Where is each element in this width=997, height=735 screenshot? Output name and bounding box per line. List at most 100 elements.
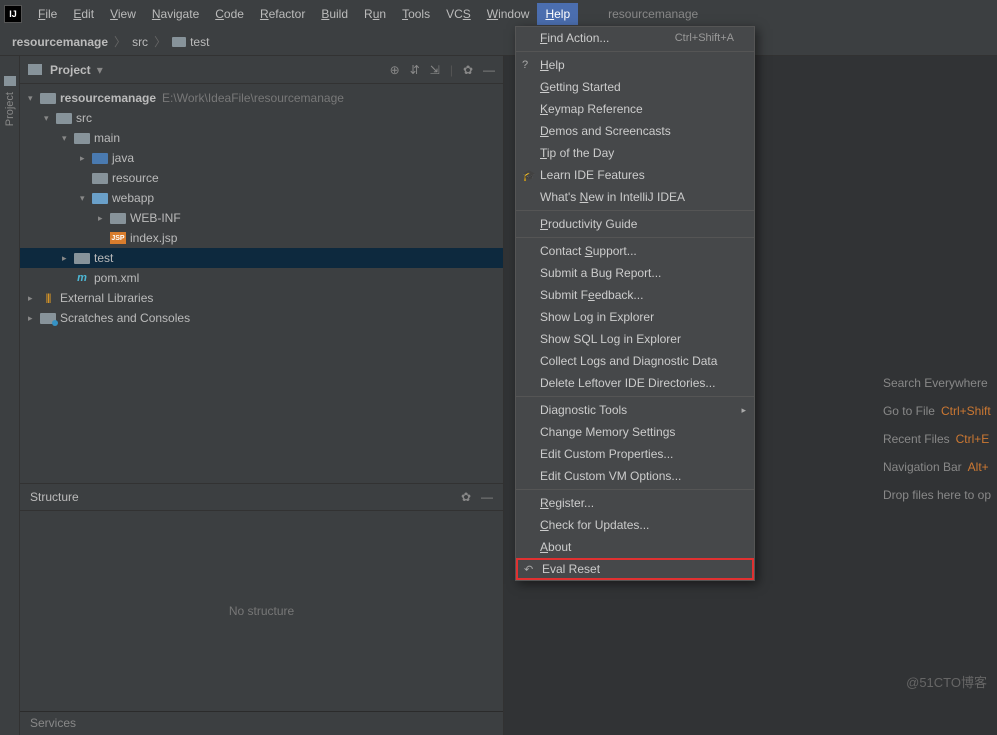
project-tool-label[interactable]: Project bbox=[4, 92, 16, 126]
menu-edit[interactable]: Edit bbox=[65, 3, 102, 25]
dropdown-arrow-icon[interactable]: ▾ bbox=[97, 63, 103, 77]
folder-icon bbox=[40, 93, 56, 104]
shortcut: Alt+ bbox=[968, 460, 989, 474]
collapse-icon[interactable]: ⇲ bbox=[430, 63, 440, 77]
menu-navigate[interactable]: Navigate bbox=[144, 3, 207, 25]
menu-separator bbox=[516, 489, 754, 490]
menu-eval-reset[interactable]: ↶Eval Reset bbox=[516, 558, 754, 580]
tool-window-bar: Project bbox=[0, 56, 20, 735]
menu-vcs[interactable]: VCS bbox=[438, 3, 479, 25]
project-tool-icon[interactable] bbox=[4, 76, 16, 86]
folder-icon bbox=[74, 133, 90, 144]
menu-productivity[interactable]: Productivity Guide bbox=[516, 213, 754, 235]
tree-test[interactable]: ▸test bbox=[20, 248, 503, 268]
menu-getting-started[interactable]: Getting Started bbox=[516, 76, 754, 98]
menu-diagnostic[interactable]: Diagnostic Tools▸ bbox=[516, 399, 754, 421]
tree-webapp[interactable]: ▾webapp bbox=[20, 188, 503, 208]
menu-file[interactable]: File bbox=[30, 3, 65, 25]
menu-feedback[interactable]: Submit Feedback... bbox=[516, 284, 754, 306]
breadcrumb-src[interactable]: src bbox=[132, 35, 148, 49]
hint-search: Search Everywhere bbox=[883, 376, 988, 390]
tree-src[interactable]: ▾src bbox=[20, 108, 503, 128]
menu-help[interactable]: Help bbox=[537, 3, 578, 25]
menu-refactor[interactable]: Refactor bbox=[252, 3, 313, 25]
folder-icon bbox=[28, 64, 42, 75]
jsp-file-icon: JSP bbox=[110, 232, 126, 244]
maven-file-icon: m bbox=[74, 272, 90, 284]
hide-icon[interactable]: — bbox=[481, 490, 493, 504]
menu-demos[interactable]: Demos and Screencasts bbox=[516, 120, 754, 142]
menu-separator bbox=[516, 237, 754, 238]
submenu-arrow-icon: ▸ bbox=[741, 405, 746, 416]
hint-recent: Recent Files bbox=[883, 432, 950, 446]
tree-main[interactable]: ▾main bbox=[20, 128, 503, 148]
menu-view[interactable]: View bbox=[102, 3, 144, 25]
shortcut: Ctrl+Shift bbox=[941, 404, 991, 418]
tree-indexjsp[interactable]: JSPindex.jsp bbox=[20, 228, 503, 248]
question-icon: ? bbox=[522, 59, 528, 71]
scratch-icon bbox=[40, 313, 56, 324]
tree-java[interactable]: ▸java bbox=[20, 148, 503, 168]
menu-register[interactable]: Register... bbox=[516, 492, 754, 514]
hint-navbar: Navigation Bar bbox=[883, 460, 962, 474]
structure-panel-title[interactable]: Structure bbox=[30, 490, 79, 504]
menu-separator bbox=[516, 396, 754, 397]
hint-drop: Drop files here to op bbox=[883, 488, 991, 502]
resource-folder-icon bbox=[92, 173, 108, 184]
tree-resource[interactable]: resource bbox=[20, 168, 503, 188]
menu-help-item[interactable]: ?Help bbox=[516, 54, 754, 76]
menu-collect[interactable]: Collect Logs and Diagnostic Data bbox=[516, 350, 754, 372]
hide-icon[interactable]: — bbox=[483, 63, 495, 77]
select-opened-icon[interactable]: ⊕ bbox=[390, 63, 400, 77]
welcome-hints: Search Everywhere Go to FileCtrl+Shift R… bbox=[883, 376, 997, 516]
menu-about[interactable]: About bbox=[516, 536, 754, 558]
menu-separator bbox=[516, 51, 754, 52]
breadcrumb-sep: 〉 bbox=[114, 33, 126, 50]
menu-deletedir[interactable]: Delete Leftover IDE Directories... bbox=[516, 372, 754, 394]
menu-sqllog[interactable]: Show SQL Log in Explorer bbox=[516, 328, 754, 350]
breadcrumb-sep: 〉 bbox=[154, 33, 166, 50]
menu-run[interactable]: Run bbox=[356, 3, 394, 25]
menu-tip[interactable]: Tip of the Day bbox=[516, 142, 754, 164]
tree-scratches[interactable]: ▸Scratches and Consoles bbox=[20, 308, 503, 328]
structure-panel-header: Structure ✿ — bbox=[20, 483, 503, 511]
menu-updates[interactable]: Check for Updates... bbox=[516, 514, 754, 536]
services-panel-header[interactable]: Services bbox=[20, 711, 503, 735]
folder-icon bbox=[172, 37, 186, 47]
menu-customvm[interactable]: Edit Custom VM Options... bbox=[516, 465, 754, 487]
menu-build[interactable]: Build bbox=[313, 3, 356, 25]
menu-keymap[interactable]: Keymap Reference bbox=[516, 98, 754, 120]
expand-icon[interactable]: ⇵ bbox=[410, 63, 420, 77]
menu-bug[interactable]: Submit a Bug Report... bbox=[516, 262, 754, 284]
project-panel-header: Project ▾ ⊕ ⇵ ⇲ | ✿ — bbox=[20, 56, 503, 84]
menu-customprops[interactable]: Edit Custom Properties... bbox=[516, 443, 754, 465]
tree-root[interactable]: ▾resourcemanageE:\Work\IdeaFile\resource… bbox=[20, 88, 503, 108]
folder-icon bbox=[110, 213, 126, 224]
menu-separator bbox=[516, 210, 754, 211]
undo-icon: ↶ bbox=[524, 563, 533, 576]
menu-memory[interactable]: Change Memory Settings bbox=[516, 421, 754, 443]
menu-find-action[interactable]: Find Action...Ctrl+Shift+A bbox=[516, 27, 754, 49]
app-icon: IJ bbox=[4, 5, 22, 23]
window-title: resourcemanage bbox=[608, 7, 698, 21]
menu-support[interactable]: Contact Support... bbox=[516, 240, 754, 262]
library-icon bbox=[40, 292, 56, 304]
breadcrumb-leaf[interactable]: test bbox=[190, 35, 209, 49]
help-menu-dropdown: Find Action...Ctrl+Shift+A ?Help Getting… bbox=[515, 26, 755, 581]
tree-ext-libs[interactable]: ▸External Libraries bbox=[20, 288, 503, 308]
breadcrumb: resourcemanage 〉 src 〉 test bbox=[0, 28, 997, 56]
menu-window[interactable]: Window bbox=[479, 3, 538, 25]
menu-whatsnew[interactable]: What's New in IntelliJ IDEA bbox=[516, 186, 754, 208]
breadcrumb-root[interactable]: resourcemanage bbox=[12, 35, 108, 49]
menu-tools[interactable]: Tools bbox=[394, 3, 438, 25]
menu-showlog[interactable]: Show Log in Explorer bbox=[516, 306, 754, 328]
watermark: @51CTO博客 bbox=[906, 672, 987, 691]
tree-pom[interactable]: mpom.xml bbox=[20, 268, 503, 288]
menu-learn[interactable]: 🎓Learn IDE Features bbox=[516, 164, 754, 186]
menu-code[interactable]: Code bbox=[207, 3, 252, 25]
source-folder-icon bbox=[92, 153, 108, 164]
tree-webinf[interactable]: ▸WEB-INF bbox=[20, 208, 503, 228]
gear-icon[interactable]: ✿ bbox=[461, 490, 471, 504]
gear-icon[interactable]: ✿ bbox=[463, 63, 473, 77]
project-panel-title[interactable]: Project bbox=[50, 63, 91, 77]
